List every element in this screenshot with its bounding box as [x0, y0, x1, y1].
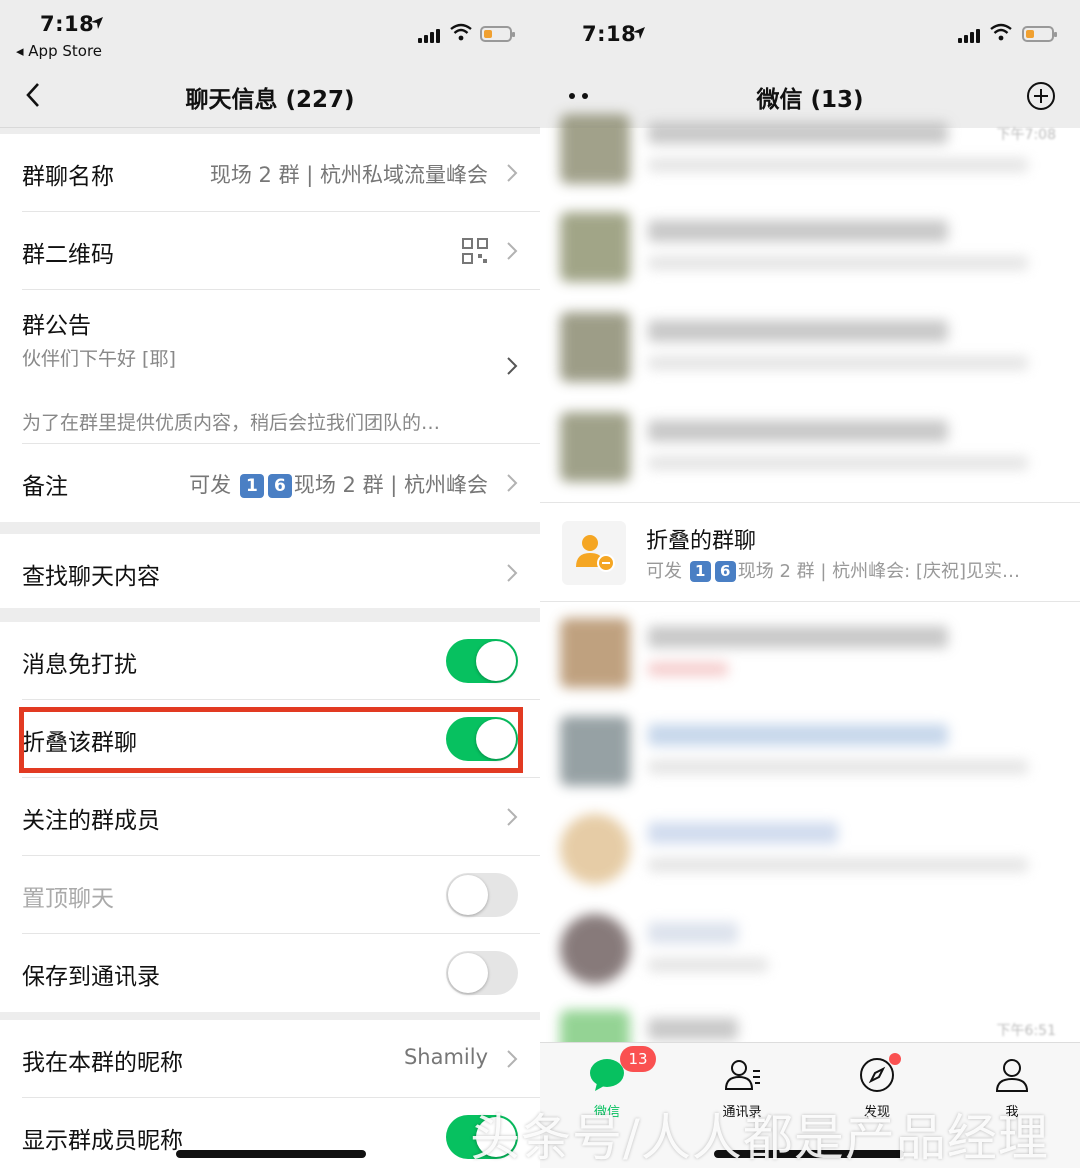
- status-time: 7:18: [582, 22, 637, 46]
- nav-bar: 聊天信息 (227): [0, 60, 540, 128]
- notification-dot: [889, 1053, 901, 1065]
- save-to-contacts-row: 保存到通讯录: [22, 934, 540, 1012]
- chevron-right-icon: [507, 474, 518, 492]
- row-value: 现场 2 群 | 杭州私域流量峰会: [209, 163, 488, 187]
- row-label: 保存到通讯录: [22, 964, 160, 990]
- home-indicator: [176, 1150, 366, 1158]
- chat-info-screen: 7:18 ◂ App Store 聊天信息 (227) 群聊名称 现场 2 群 …: [0, 0, 540, 1168]
- number-badge: 6: [267, 474, 292, 498]
- chat-list-item[interactable]: [540, 198, 1080, 298]
- preview-prefix: 可发: [646, 561, 682, 582]
- folded-group-icon: [576, 535, 615, 572]
- row-label: 我在本群的昵称: [22, 1050, 183, 1076]
- row-label: 消息免打扰: [22, 652, 137, 678]
- remark-suffix: 现场 2 群 | 杭州峰会: [293, 473, 488, 497]
- nickname-section: 我在本群的昵称 Shamily 显示群成员昵称: [0, 1020, 540, 1168]
- mute-toggle[interactable]: [446, 639, 518, 683]
- chats-screen: 7:18 微信 (13) 下午7:08 折叠的群聊 可发 1 6 现场 2 群 | …: [540, 0, 1080, 1168]
- chat-list-item[interactable]: [540, 604, 1080, 704]
- battery-icon: [1022, 26, 1057, 42]
- battery-icon: [480, 26, 515, 42]
- contacts-icon: [722, 1055, 762, 1095]
- row-label: 显示群成员昵称: [22, 1128, 183, 1154]
- cellular-signal-icon: [958, 27, 984, 43]
- status-bar: 7:18 ◂ App Store: [0, 0, 540, 60]
- wifi-icon: [450, 23, 472, 41]
- person-icon: [992, 1055, 1032, 1095]
- mute-row: 消息免打扰: [22, 622, 540, 700]
- row-label: 备注: [22, 474, 68, 500]
- unread-count-badge: 13: [620, 1046, 656, 1072]
- chat-list-item[interactable]: [540, 298, 1080, 398]
- folded-group-avatar: [562, 521, 626, 585]
- row-value: Shamily: [403, 1045, 488, 1069]
- row-label: 关注的群成员: [22, 808, 160, 834]
- qr-code-icon: [462, 238, 488, 264]
- chevron-right-icon: [507, 808, 518, 826]
- pin-chat-toggle[interactable]: [446, 873, 518, 917]
- fold-chat-highlight-box: [19, 707, 523, 773]
- announcement-row[interactable]: 群公告 伙伴们下午好 [耶] 为了在群里提供优质内容，稍后会拉我们团队的…: [22, 290, 540, 444]
- page-title: 聊天信息 (227): [185, 87, 355, 113]
- chevron-right-icon: [507, 242, 518, 260]
- folded-group-title: 折叠的群聊: [646, 529, 757, 554]
- chat-list-item[interactable]: [540, 800, 1080, 900]
- status-time: 7:18: [40, 12, 95, 36]
- chevron-right-icon: [507, 357, 518, 375]
- chat-timestamp: 下午6:51: [996, 1023, 1056, 1039]
- row-value: 可发 1 6 现场 2 群 | 杭州峰会: [189, 469, 488, 499]
- chat-timestamp: 下午7:08: [996, 127, 1056, 143]
- remark-row[interactable]: 备注 可发 1 6 现场 2 群 | 杭州峰会: [22, 444, 540, 522]
- chevron-right-icon: [507, 164, 518, 182]
- folded-group-preview: 可发 1 6 现场 2 群 | 杭州峰会: [庆祝]见实…: [646, 557, 1020, 583]
- row-label: 群公告: [22, 313, 91, 339]
- row-label: 置顶聊天: [22, 886, 114, 912]
- chevron-right-icon: [507, 564, 518, 582]
- row-label: 查找聊天内容: [22, 564, 160, 590]
- remark-prefix: 可发: [189, 473, 232, 497]
- search-chat-row[interactable]: 查找聊天内容: [22, 534, 540, 608]
- chat-list-item[interactable]: [540, 100, 1080, 200]
- folded-group-chats-item[interactable]: 折叠的群聊 可发 1 6 现场 2 群 | 杭州峰会: [庆祝]见实…: [540, 502, 1080, 602]
- preview-suffix: 现场 2 群 | 杭州峰会: [庆祝]见实…: [737, 561, 1020, 582]
- row-label: 群二维码: [22, 242, 114, 268]
- search-section: 查找聊天内容: [0, 534, 540, 608]
- my-nickname-row[interactable]: 我在本群的昵称 Shamily: [22, 1020, 540, 1098]
- chat-list-item[interactable]: [540, 398, 1080, 498]
- chat-list-item[interactable]: [540, 900, 1080, 1000]
- announcement-line-2: 为了在群里提供优质内容，稍后会拉我们团队的…: [22, 412, 441, 434]
- number-badge: 6: [714, 561, 736, 582]
- save-to-contacts-toggle[interactable]: [446, 951, 518, 995]
- announcement-line-1: 伙伴们下午好 [耶]: [22, 348, 176, 370]
- number-badge: 1: [239, 474, 264, 498]
- wifi-icon: [990, 23, 1012, 41]
- qr-code-row[interactable]: 群二维码: [22, 212, 540, 290]
- group-name-row[interactable]: 群聊名称 现场 2 群 | 杭州私域流量峰会: [22, 134, 540, 212]
- followed-members-row[interactable]: 关注的群成员: [22, 778, 540, 856]
- pin-chat-row: 置顶聊天: [22, 856, 540, 934]
- toggle-section: 消息免打扰 折叠该群聊 关注的群成员 置顶聊天 保存到通讯录: [0, 622, 540, 1012]
- back-to-app-store[interactable]: ◂ App Store: [16, 42, 102, 60]
- cellular-signal-icon: [418, 27, 444, 43]
- number-badge: 1: [689, 561, 711, 582]
- row-label: 群聊名称: [22, 164, 114, 190]
- compass-icon: [857, 1053, 901, 1095]
- group-settings-section: 群聊名称 现场 2 群 | 杭州私域流量峰会 群二维码 群公告 伙伴们下午好 […: [0, 134, 540, 522]
- watermark-text: 头条号/人人都是产品经理: [470, 1109, 1049, 1167]
- chat-list-item[interactable]: [540, 702, 1080, 802]
- location-arrow-icon: [91, 17, 103, 29]
- chevron-right-icon: [507, 1050, 518, 1068]
- status-bar: 7:18: [540, 0, 1080, 60]
- location-arrow-icon: [633, 27, 645, 39]
